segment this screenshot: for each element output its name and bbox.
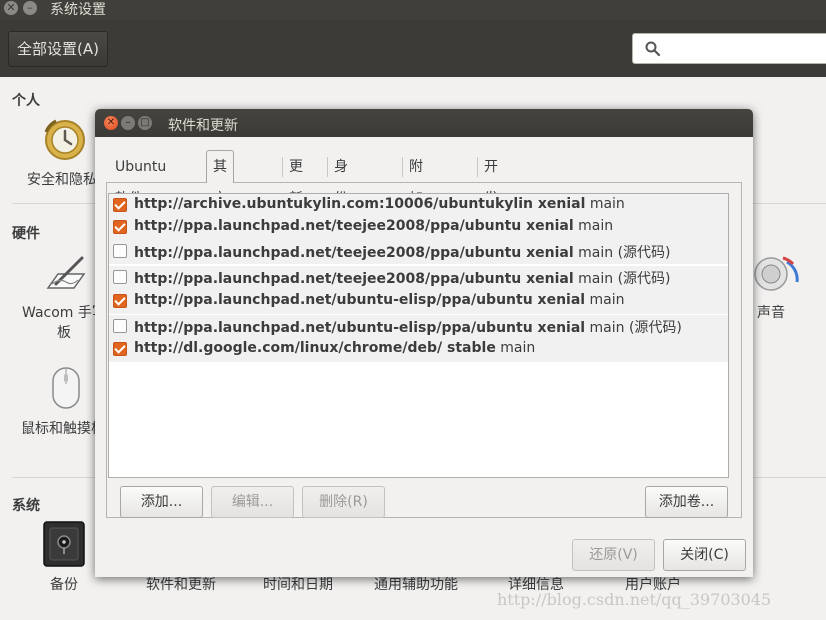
search-icon — [645, 41, 661, 57]
security-icon — [44, 119, 85, 160]
add-volume-button[interactable]: 添加卷... — [645, 486, 728, 518]
settings-item-backup[interactable]: 备份 — [50, 574, 78, 594]
source-checkbox[interactable] — [113, 294, 127, 308]
tab-developer-options[interactable]: 开发者选项 — [478, 151, 504, 303]
dialog-title: 软件和更新 — [168, 118, 238, 134]
section-personal: 个人 — [12, 93, 40, 109]
sources-list: http://archive.ubuntukylin.com:10006/ubu… — [108, 193, 729, 478]
tab-additional-drivers[interactable]: 附加驱动 — [403, 151, 429, 271]
source-checkbox[interactable] — [113, 319, 127, 333]
list-item[interactable]: http://ppa.launchpad.net/teejee2008/ppa/… — [109, 266, 728, 290]
close-button[interactable]: 关闭(C) — [663, 539, 746, 571]
list-item[interactable]: http://ppa.launchpad.net/ubuntu-elisp/pp… — [109, 290, 728, 314]
software-updates-dialog: ✕ – □ 软件和更新 Ubuntu 软件 其它软件 更新 身份验证 附加驱动 … — [95, 109, 753, 577]
settings-item-wacom[interactable]: Wacom 手写 板 — [22, 302, 106, 342]
source-checkbox[interactable] — [113, 342, 127, 356]
dialog-titlebar: ✕ – □ 软件和更新 — [95, 109, 753, 137]
minimize-icon[interactable]: – — [23, 1, 37, 15]
backup-safe-icon — [43, 521, 85, 567]
sound-icon — [754, 256, 799, 291]
close-icon[interactable]: ✕ — [4, 1, 18, 15]
list-item[interactable]: http://dl.google.com/linux/chrome/deb/ s… — [109, 338, 728, 362]
section-hardware: 硬件 — [12, 226, 40, 242]
source-checkbox[interactable] — [113, 220, 127, 234]
section-system: 系统 — [12, 498, 40, 514]
list-item[interactable]: http://ppa.launchpad.net/teejee2008/ppa/… — [109, 216, 728, 240]
revert-button[interactable]: 还原(V) — [572, 539, 655, 571]
source-checkbox[interactable] — [113, 198, 127, 212]
add-source-button[interactable]: 添加... — [120, 486, 203, 518]
dialog-minimize-icon[interactable]: – — [121, 116, 135, 130]
settings-toolbar: 全部设置(A) — [0, 20, 826, 77]
remove-source-button[interactable]: 删除(R) — [302, 486, 385, 518]
settings-item-security[interactable]: 安全和隐私 — [27, 169, 97, 189]
list-item[interactable]: http://ppa.launchpad.net/teejee2008/ppa/… — [109, 240, 728, 264]
mouse-icon — [52, 367, 80, 409]
settings-item-mouse[interactable]: 鼠标和触摸板 — [21, 418, 105, 438]
edit-source-button[interactable]: 编辑... — [211, 486, 294, 518]
wacom-tablet-icon — [46, 256, 86, 289]
window-title: 系统设置 — [50, 2, 106, 18]
settings-item-sound[interactable]: 声音 — [757, 302, 785, 322]
source-checkbox[interactable] — [113, 270, 127, 284]
all-settings-button[interactable]: 全部设置(A) — [8, 31, 108, 67]
watermark: http://blog.csdn.net/qq_39703045 — [497, 590, 772, 609]
list-item[interactable]: http://archive.ubuntukylin.com:10006/ubu… — [109, 194, 728, 218]
settings-item-datetime[interactable]: 时间和日期 — [263, 574, 333, 594]
dialog-close-icon[interactable]: ✕ — [104, 116, 118, 130]
dialog-maximize-icon[interactable]: □ — [138, 116, 152, 130]
tab-updates[interactable]: 更新 — [283, 151, 309, 207]
tab-authentication[interactable]: 身份验证 — [328, 151, 354, 271]
search-input[interactable] — [632, 33, 826, 64]
settings-titlebar: ✕ – 系统设置 — [0, 0, 826, 20]
list-item[interactable]: http://ppa.launchpad.net/ubuntu-elisp/pp… — [109, 315, 728, 339]
source-checkbox[interactable] — [113, 244, 127, 258]
tab-ubuntu-software[interactable]: Ubuntu 软件 — [109, 151, 172, 207]
settings-item-accessibility[interactable]: 通用辅助功能 — [374, 574, 458, 594]
settings-item-software[interactable]: 软件和更新 — [146, 574, 216, 594]
tab-other-software[interactable]: 其它软件 — [206, 150, 234, 271]
